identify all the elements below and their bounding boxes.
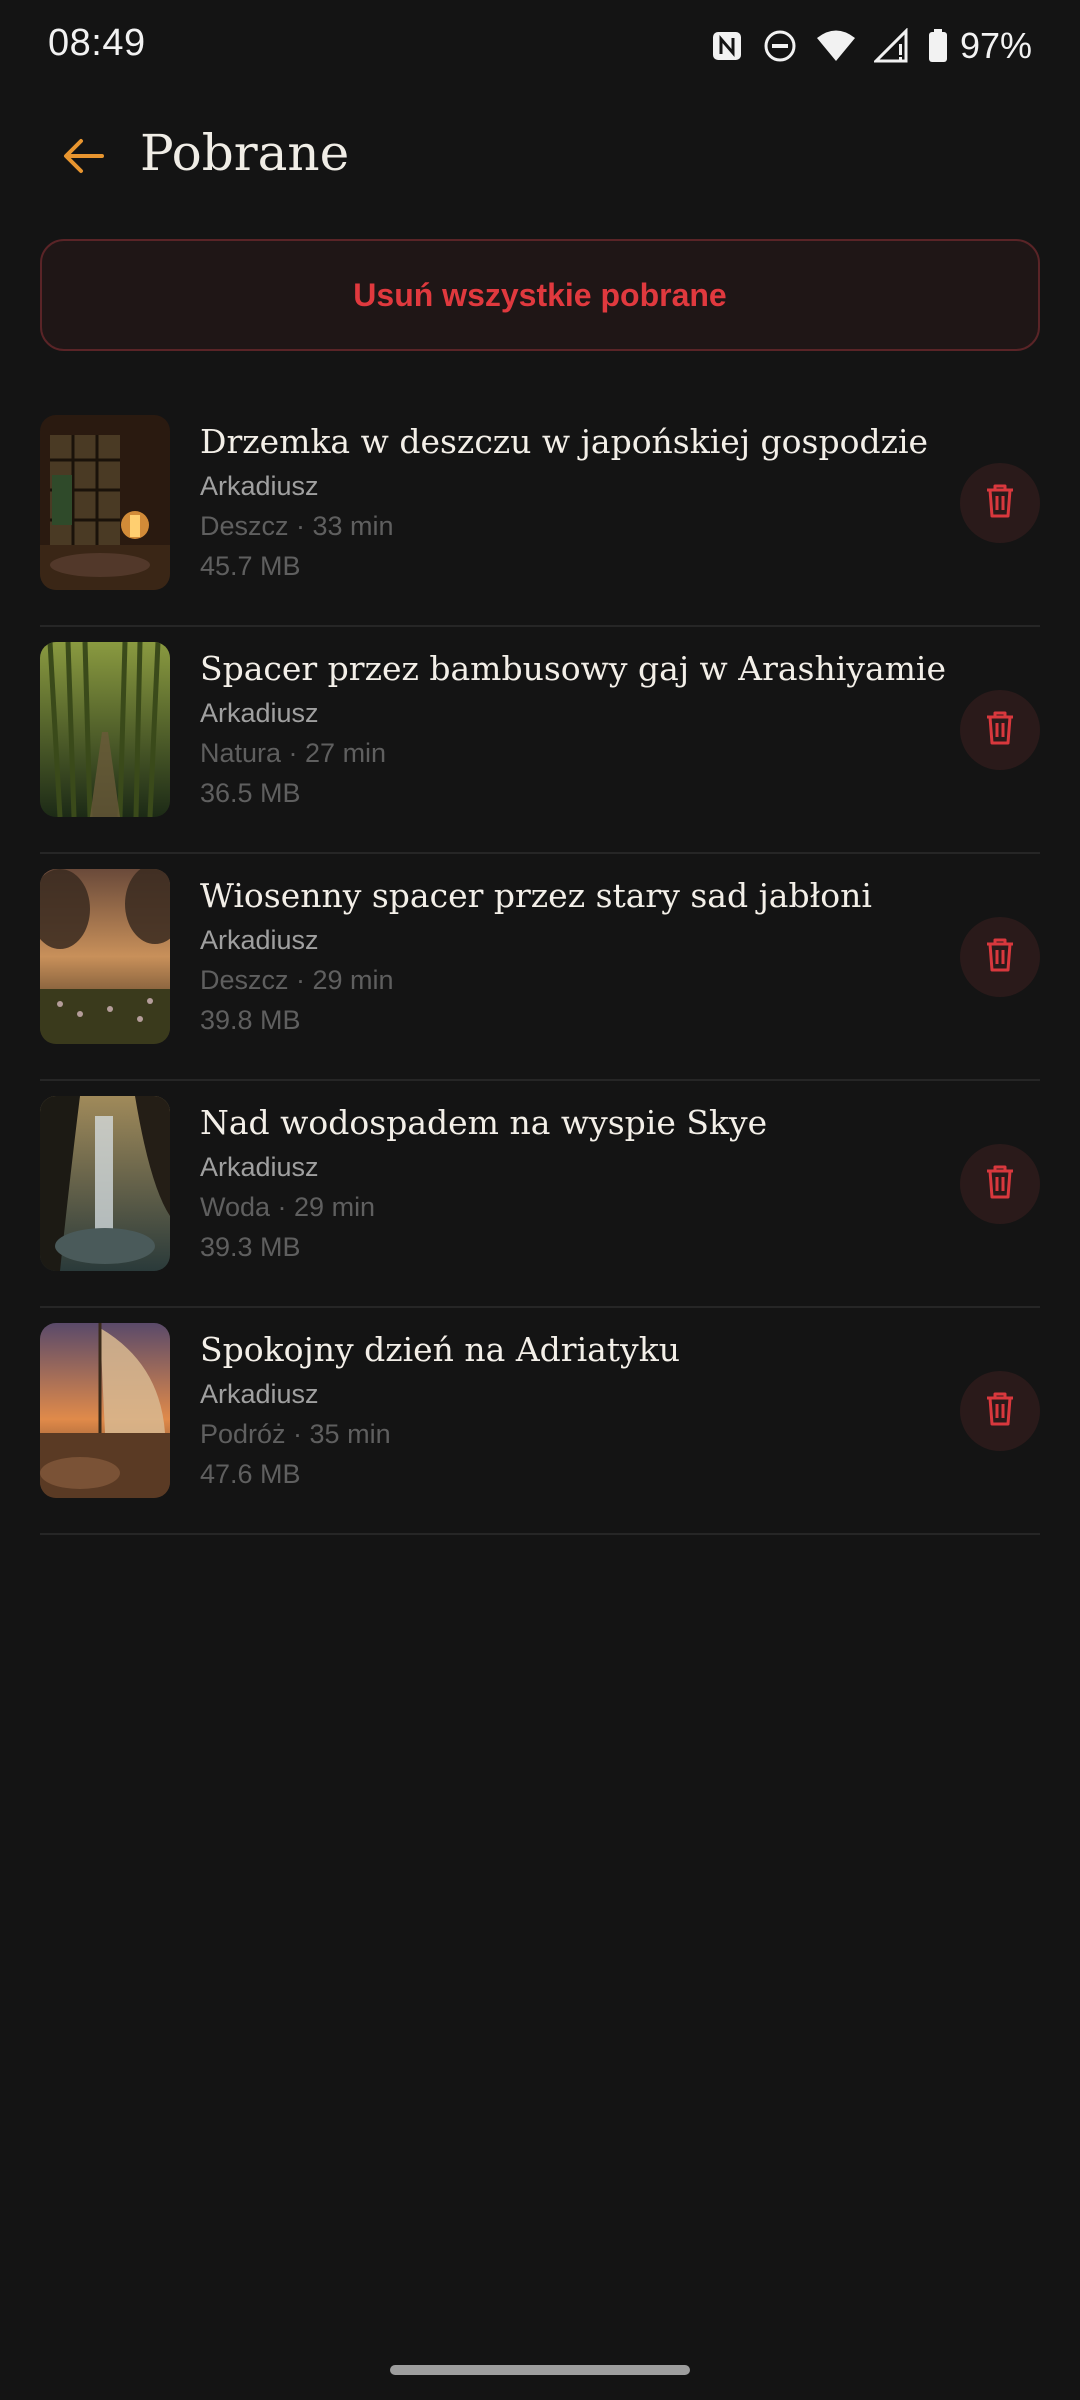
- thumbnail-image: [40, 1096, 170, 1271]
- download-author: Arkadiusz: [200, 1379, 319, 1409]
- download-info: Drzemka w deszczu w japońskiej gospodzie…: [200, 420, 960, 586]
- delete-download-button[interactable]: [960, 690, 1040, 770]
- download-size: 47.6 MB: [200, 1459, 301, 1489]
- delete-all-downloads-button[interactable]: Usuń wszystkie pobrane: [40, 239, 1040, 351]
- battery-percent: 97%: [959, 25, 1032, 66]
- download-info: Wiosenny spacer przez stary sad jabłoni …: [200, 874, 960, 1040]
- delete-download-button[interactable]: [960, 917, 1040, 997]
- download-author: Arkadiusz: [200, 698, 319, 728]
- download-info: Nad wodospadem na wyspie Skye Arkadiusz …: [200, 1101, 960, 1267]
- download-item[interactable]: Spokojny dzień na Adriatyku Arkadiusz Po…: [40, 1308, 1040, 1535]
- download-item[interactable]: Wiosenny spacer przez stary sad jabłoni …: [40, 854, 1040, 1081]
- download-meta: Podróż · 35 min: [200, 1419, 391, 1449]
- download-title: Spacer przez bambusowy gaj w Arashiyamie: [200, 649, 946, 688]
- status-bar: 08:49 97%: [0, 0, 1080, 92]
- downloads-list: Drzemka w deszczu w japońskiej gospodzie…: [40, 400, 1040, 1535]
- download-info: Spokojny dzień na Adriatyku Arkadiusz Po…: [200, 1328, 960, 1494]
- trash-icon: [985, 938, 1015, 977]
- wifi-icon: [816, 29, 856, 63]
- page-title: Pobrane: [140, 124, 350, 182]
- delete-download-button[interactable]: [960, 1144, 1040, 1224]
- status-time: 08:49: [48, 22, 146, 64]
- delete-download-button[interactable]: [960, 463, 1040, 543]
- back-button[interactable]: [54, 128, 114, 188]
- download-size: 39.3 MB: [200, 1232, 301, 1262]
- download-meta: Natura · 27 min: [200, 738, 387, 768]
- battery-icon: [928, 29, 948, 63]
- download-size: 39.8 MB: [200, 1005, 301, 1035]
- download-info: Spacer przez bambusowy gaj w Arashiyamie…: [200, 647, 960, 813]
- download-author: Arkadiusz: [200, 471, 319, 501]
- status-icons: 97%: [710, 24, 1032, 68]
- download-size: 36.5 MB: [200, 778, 301, 808]
- thumbnail-image: [40, 415, 170, 590]
- download-item[interactable]: Drzemka w deszczu w japońskiej gospodzie…: [40, 400, 1040, 627]
- signal-icon: [873, 28, 910, 64]
- download-meta: Deszcz · 33 min: [200, 511, 394, 541]
- trash-icon: [985, 1165, 1015, 1204]
- gesture-nav-handle[interactable]: [390, 2365, 690, 2375]
- thumbnail-image: [40, 869, 170, 1044]
- arrow-left-icon: [62, 138, 106, 179]
- download-title: Spokojny dzień na Adriatyku: [200, 1330, 680, 1369]
- thumbnail-image: [40, 642, 170, 817]
- download-item[interactable]: Nad wodospadem na wyspie Skye Arkadiusz …: [40, 1081, 1040, 1308]
- download-item[interactable]: Spacer przez bambusowy gaj w Arashiyamie…: [40, 627, 1040, 854]
- do-not-disturb-icon: [762, 28, 798, 64]
- delete-all-label: Usuń wszystkie pobrane: [353, 276, 727, 313]
- download-title: Wiosenny spacer przez stary sad jabłoni: [200, 876, 872, 915]
- download-size: 45.7 MB: [200, 551, 301, 581]
- download-meta: Deszcz · 29 min: [200, 965, 394, 995]
- trash-icon: [985, 484, 1015, 523]
- download-meta: Woda · 29 min: [200, 1192, 376, 1222]
- download-author: Arkadiusz: [200, 1152, 319, 1182]
- download-title: Drzemka w deszczu w japońskiej gospodzie: [200, 422, 929, 461]
- nfc-icon: [710, 29, 744, 63]
- download-title: Nad wodospadem na wyspie Skye: [200, 1103, 768, 1142]
- download-author: Arkadiusz: [200, 925, 319, 955]
- thumbnail-image: [40, 1323, 170, 1498]
- app-header: Pobrane: [0, 110, 1080, 200]
- delete-download-button[interactable]: [960, 1371, 1040, 1451]
- trash-icon: [985, 1392, 1015, 1431]
- trash-icon: [985, 711, 1015, 750]
